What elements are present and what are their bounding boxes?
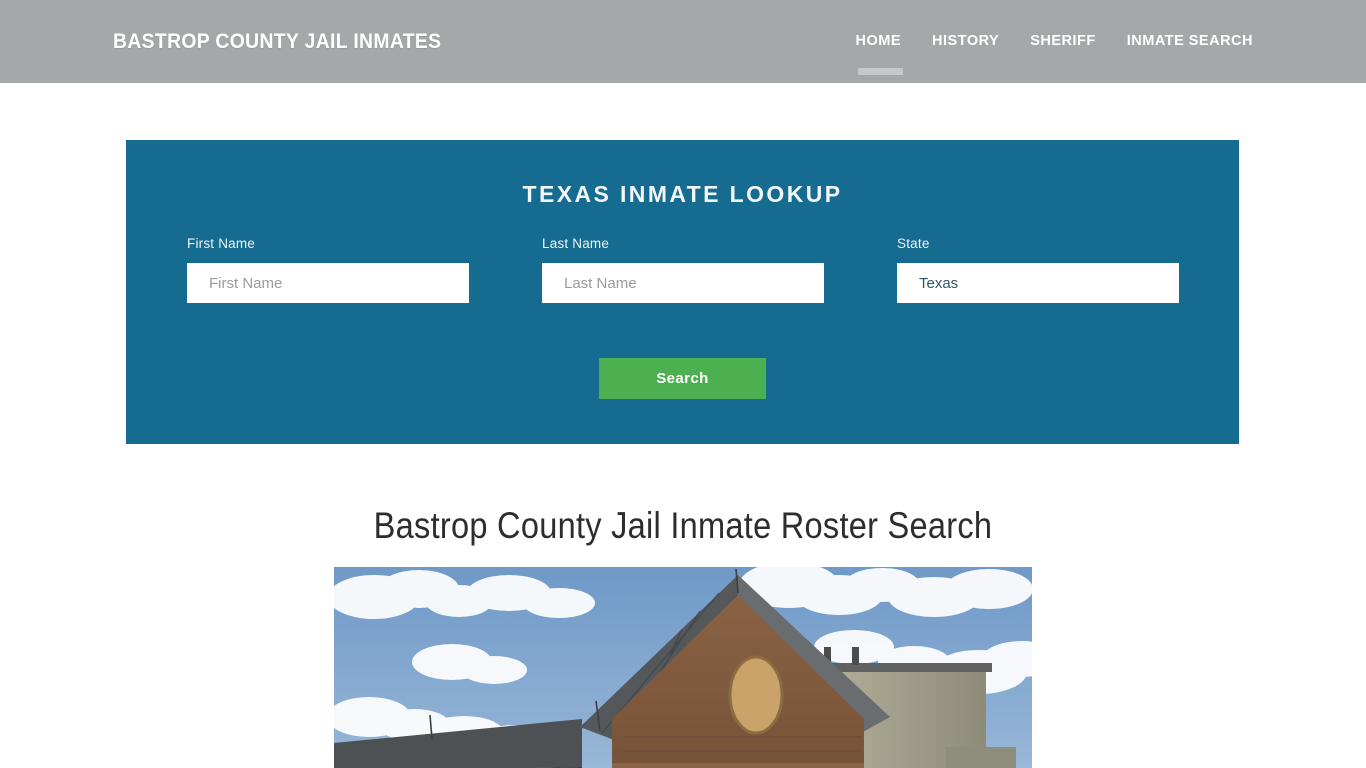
last-name-label: Last Name bbox=[542, 236, 610, 251]
jail-building-illustration bbox=[334, 567, 1032, 768]
inmate-lookup-panel: TEXAS INMATE LOOKUP First Name Last Name… bbox=[126, 140, 1239, 444]
field-last-name: Last Name bbox=[542, 236, 824, 303]
site-header: BASTROP COUNTY JAIL INMATES HOME HISTORY… bbox=[0, 0, 1366, 83]
main-nav: HOME HISTORY SHERIFF INMATE SEARCH bbox=[855, 33, 1253, 75]
page-title: Bastrop County Jail Inmate Roster Search bbox=[373, 505, 993, 546]
last-name-input[interactable] bbox=[542, 263, 824, 303]
first-name-input[interactable] bbox=[187, 263, 469, 303]
nav-item-inmate-search[interactable]: INMATE SEARCH bbox=[1127, 33, 1253, 49]
nav-item-sheriff-label: SHERIFF bbox=[1030, 33, 1096, 49]
jail-building-photo bbox=[334, 567, 1032, 768]
nav-item-home[interactable]: HOME bbox=[855, 33, 904, 75]
nav-item-history[interactable]: HISTORY bbox=[932, 33, 999, 49]
nav-active-underline bbox=[857, 68, 904, 75]
nav-item-home-label: HOME bbox=[855, 33, 902, 49]
state-label: State bbox=[897, 236, 930, 251]
field-first-name: First Name bbox=[187, 236, 469, 303]
field-state: State bbox=[897, 236, 1179, 303]
nav-item-sheriff[interactable]: SHERIFF bbox=[1030, 33, 1096, 49]
state-input[interactable] bbox=[897, 263, 1179, 303]
first-name-label: First Name bbox=[187, 236, 256, 251]
site-brand: BASTROP COUNTY JAIL INMATES bbox=[113, 30, 442, 53]
search-button[interactable]: Search bbox=[599, 358, 766, 399]
nav-item-history-label: HISTORY bbox=[932, 33, 1000, 49]
lookup-form-fields: First Name Last Name State bbox=[187, 236, 1179, 303]
lookup-panel-title: TEXAS INMATE LOOKUP bbox=[522, 181, 843, 207]
nav-item-inmate-search-label: INMATE SEARCH bbox=[1126, 33, 1253, 49]
